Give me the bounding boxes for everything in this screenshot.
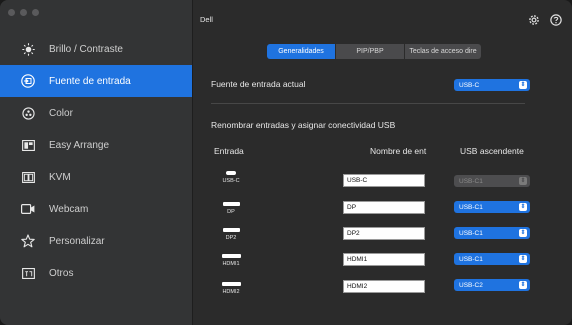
divider (211, 103, 525, 104)
usb-upstream-select: USB-C1 ⇕ (454, 175, 530, 187)
usb-upstream-value: USB-C1 (459, 203, 483, 211)
current-input-value: USB-C (459, 81, 480, 89)
others-icon (21, 266, 35, 280)
sidebar: Brillo / Contraste Fuente de entrada Col… (0, 0, 193, 325)
sidebar-item-easy-arrange[interactable]: Easy Arrange (0, 129, 192, 161)
column-header-input: Entrada (214, 146, 244, 156)
tab-hotkeys[interactable]: Teclas de acceso dire (405, 44, 481, 59)
app-window: Brillo / Contraste Fuente de entrada Col… (0, 0, 572, 325)
webcam-icon (21, 202, 35, 216)
sidebar-item-label: Personalizar (49, 235, 105, 247)
color-icon (21, 106, 35, 120)
sidebar-item-label: Webcam (49, 203, 89, 215)
dp2-port-icon: DP2 (211, 228, 251, 241)
main-panel: Dell Generalidades PIP/PBP Teclas de acc… (193, 0, 572, 325)
hdmi1-port-icon: HDMI1 (211, 254, 251, 267)
chevron-updown-icon: ⇕ (519, 229, 527, 237)
current-input-select[interactable]: USB-C ⇕ (454, 79, 530, 91)
tab-pip-pbp[interactable]: PIP/PBP (336, 44, 405, 59)
input-name-field[interactable]: HDMI2 (343, 280, 425, 293)
usb-upstream-value: USB-C1 (459, 177, 483, 185)
hdmi2-port-icon: HDMI2 (211, 282, 251, 295)
window-controls (8, 9, 39, 16)
dp-port-icon: DP (211, 202, 251, 215)
zoom-window-button[interactable] (32, 9, 39, 16)
input-name-field[interactable]: HDMI1 (343, 253, 425, 266)
current-input-label: Fuente de entrada actual (211, 79, 306, 89)
chevron-updown-icon: ⇕ (519, 81, 527, 89)
input-name-field[interactable]: USB-C (343, 174, 425, 187)
chevron-updown-icon: ⇕ (519, 255, 527, 263)
kvm-icon (21, 170, 35, 184)
port-label: USB-C (222, 178, 240, 184)
help-icon[interactable] (550, 13, 562, 26)
sidebar-item-label: Brillo / Contraste (49, 43, 123, 55)
port-label: HDMI1 (222, 261, 240, 267)
sidebar-item-label: Color (49, 107, 73, 119)
port-label: DP (227, 209, 235, 215)
sidebar-item-label: Easy Arrange (49, 139, 110, 151)
sidebar-item-color[interactable]: Color (0, 97, 192, 129)
sidebar-item-input-source[interactable]: Fuente de entrada (0, 65, 192, 97)
sidebar-item-label: Otros (49, 267, 74, 279)
tab-overview[interactable]: Generalidades (267, 44, 336, 59)
usb-upstream-select[interactable]: USB-C1 ⇕ (454, 227, 530, 239)
usbc-port-icon: USB-C (211, 171, 251, 184)
chevron-updown-icon: ⇕ (519, 203, 527, 211)
brightness-icon (21, 42, 35, 56)
input-name-field[interactable]: DP2 (343, 227, 425, 240)
sidebar-item-personalize[interactable]: Personalizar (0, 225, 192, 257)
port-label: HDMI2 (222, 289, 240, 295)
chevron-updown-icon: ⇕ (519, 177, 527, 185)
star-icon (21, 234, 35, 248)
sidebar-item-others[interactable]: Otros (0, 257, 192, 289)
input-name-field[interactable]: DP (343, 201, 425, 214)
usb-upstream-value: USB-C1 (459, 229, 483, 237)
close-window-button[interactable] (8, 9, 15, 16)
usb-upstream-select[interactable]: USB-C2 ⇕ (454, 279, 530, 291)
sidebar-nav: Brillo / Contraste Fuente de entrada Col… (0, 33, 192, 289)
rename-section-title: Renombrar entradas y asignar conectivida… (211, 120, 396, 130)
input-source-icon (21, 74, 35, 88)
usb-upstream-value: USB-C2 (459, 281, 483, 289)
usb-upstream-select[interactable]: USB-C1 ⇕ (454, 201, 530, 213)
column-header-name: Nombre de entı (370, 146, 427, 156)
sidebar-item-kvm[interactable]: KVM (0, 161, 192, 193)
sidebar-item-brightness-contrast[interactable]: Brillo / Contraste (0, 33, 192, 65)
column-header-usb: USB ascendente (460, 146, 524, 156)
tab-bar: Generalidades PIP/PBP Teclas de acceso d… (267, 44, 481, 59)
sidebar-item-label: Fuente de entrada (49, 75, 131, 87)
chevron-updown-icon: ⇕ (519, 281, 527, 289)
minimize-window-button[interactable] (20, 9, 27, 16)
app-title: Dell (200, 15, 213, 24)
usb-upstream-value: USB-C1 (459, 255, 483, 263)
port-label: DP2 (225, 235, 237, 241)
sidebar-item-webcam[interactable]: Webcam (0, 193, 192, 225)
settings-icon[interactable] (528, 13, 540, 25)
sidebar-item-label: KVM (49, 171, 71, 183)
easy-arrange-icon (21, 138, 35, 152)
usb-upstream-select[interactable]: USB-C1 ⇕ (454, 253, 530, 265)
